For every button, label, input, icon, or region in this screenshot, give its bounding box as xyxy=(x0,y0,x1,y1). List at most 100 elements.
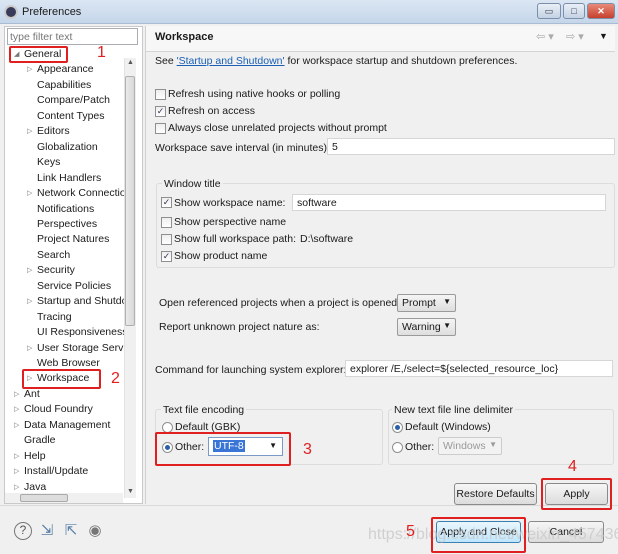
report-nature-label: Report unknown project nature as: xyxy=(159,321,320,333)
tree-item-help[interactable]: ▷ Help xyxy=(12,449,46,464)
report-nature-value: Warning xyxy=(402,321,441,333)
record-icon[interactable]: ◉ xyxy=(86,522,104,540)
tree-item-perspectives[interactable]: Perspectives xyxy=(25,217,97,232)
full-path-value: D:\software xyxy=(300,233,354,245)
tree-item-install-update[interactable]: ▷ Install/Update xyxy=(12,464,88,479)
filter-input[interactable] xyxy=(7,28,138,45)
annotation-2: 2 xyxy=(111,370,120,387)
open-ref-select[interactable]: Prompt ▼ xyxy=(397,294,456,312)
back-nav-icon[interactable]: ⇦ ▾ xyxy=(536,30,554,43)
collapsed-arrow-icon[interactable]: ▷ xyxy=(14,449,19,464)
tree-item-label: Data Management xyxy=(24,418,111,431)
tree-item-network-connectio[interactable]: ▷ Network Connectio xyxy=(25,186,126,201)
tree-item-gradle[interactable]: Gradle xyxy=(12,433,56,448)
tree-item-label: User Storage Servic xyxy=(37,341,131,354)
tree-item-label: Install/Update xyxy=(24,465,89,478)
tree-item-notifications[interactable]: Notifications xyxy=(25,202,94,217)
collapsed-arrow-icon[interactable]: ▷ xyxy=(27,294,32,309)
show-product-label: Show product name xyxy=(174,250,268,262)
annotation-box-apply xyxy=(541,478,612,510)
intro-suffix: for workspace startup and shutdown prefe… xyxy=(284,55,518,67)
explorer-command-input[interactable]: explorer /E,/select=${selected_resource_… xyxy=(345,360,613,377)
tree-item-tracing[interactable]: Tracing xyxy=(25,310,72,325)
startup-shutdown-link[interactable]: 'Startup and Shutdown' xyxy=(177,55,285,67)
delimiter-select[interactable]: Windows ▼ xyxy=(438,437,502,455)
tree-item-capabilities[interactable]: Capabilities xyxy=(25,78,91,93)
collapsed-arrow-icon[interactable]: ▷ xyxy=(14,464,19,479)
tree-item-cloud-foundry[interactable]: ▷ Cloud Foundry xyxy=(12,402,93,417)
collapsed-arrow-icon[interactable]: ▷ xyxy=(27,62,32,77)
collapsed-arrow-icon[interactable]: ▷ xyxy=(27,186,32,201)
minimize-button[interactable]: ▭ xyxy=(537,3,561,19)
tree-item-label: Cloud Foundry xyxy=(24,403,93,416)
tree-hscroll-thumb[interactable] xyxy=(20,494,68,502)
tree-item-user-storage-servic[interactable]: ▷ User Storage Servic xyxy=(25,341,131,356)
maximize-button[interactable]: □ xyxy=(563,3,585,19)
collapsed-arrow-icon[interactable]: ▷ xyxy=(14,418,19,433)
workspace-name-input[interactable]: software xyxy=(292,194,606,211)
tree-item-label: Tracing xyxy=(37,310,72,323)
tree-item-search[interactable]: Search xyxy=(25,248,70,263)
collapsed-arrow-icon[interactable]: ▷ xyxy=(27,124,32,139)
view-menu-icon[interactable]: ▼ xyxy=(599,31,608,41)
tree-item-security[interactable]: ▷ Security xyxy=(25,263,75,278)
show-perspective-label: Show perspective name xyxy=(174,216,287,228)
show-perspective-checkbox[interactable] xyxy=(161,217,172,228)
tree-item-ui-responsiveness[interactable]: UI Responsiveness xyxy=(25,325,127,340)
show-workspace-name-checkbox[interactable]: ✓ xyxy=(161,197,172,208)
collapsed-arrow-icon[interactable]: ▷ xyxy=(27,341,32,356)
save-interval-input[interactable]: 5 xyxy=(327,138,615,155)
window-title: Preferences xyxy=(22,6,82,18)
close-button[interactable]: ✕ xyxy=(587,3,615,19)
annotation-box-general xyxy=(9,46,68,63)
refresh-native-checkbox[interactable] xyxy=(155,89,166,100)
delimiter-other-radio[interactable] xyxy=(392,442,403,453)
tree-item-link-handlers[interactable]: Link Handlers xyxy=(25,171,101,186)
tree-item-globalization[interactable]: Globalization xyxy=(25,140,98,155)
collapsed-arrow-icon[interactable]: ▷ xyxy=(14,387,19,402)
tree-item-ant[interactable]: ▷ Ant xyxy=(12,387,40,402)
show-product-checkbox[interactable]: ✓ xyxy=(161,251,172,262)
forward-nav-icon[interactable]: ⇨ ▾ xyxy=(566,30,584,43)
chevron-down-icon: ▼ xyxy=(443,321,451,330)
tree-item-compare-patch[interactable]: Compare/Patch xyxy=(25,93,110,108)
tree-item-label: Web Browser xyxy=(37,357,100,369)
tree-item-project-natures[interactable]: Project Natures xyxy=(25,232,109,247)
tree-item-label: Appearance xyxy=(37,63,94,76)
tree-item-label: Content Types xyxy=(37,109,105,122)
tree-item-label: Keys xyxy=(37,156,61,169)
help-icon[interactable]: ? xyxy=(14,522,32,540)
tree-item-appearance[interactable]: ▷ Appearance xyxy=(25,62,94,77)
tree-item-data-management[interactable]: ▷ Data Management xyxy=(12,418,110,433)
scroll-down-icon[interactable]: ▼ xyxy=(127,488,134,495)
always-close-checkbox[interactable] xyxy=(155,123,166,134)
tree-item-keys[interactable]: Keys xyxy=(25,155,60,170)
page-title: Workspace xyxy=(155,31,214,43)
scroll-up-icon[interactable]: ▲ xyxy=(127,59,134,66)
import-icon[interactable]: ⇲ xyxy=(38,522,56,540)
report-nature-select[interactable]: Warning ▼ xyxy=(397,318,456,336)
tree-item-label: Editors xyxy=(37,125,70,138)
tree-item-label: Ant xyxy=(24,387,40,400)
tree-scroll-thumb[interactable] xyxy=(125,76,135,326)
tree-item-label: Security xyxy=(37,264,75,277)
tree-item-content-types[interactable]: Content Types xyxy=(25,109,105,124)
encoding-legend: Text file encoding xyxy=(161,404,247,416)
collapsed-arrow-icon[interactable]: ▷ xyxy=(14,402,19,417)
tree-item-startup-and-shutdo[interactable]: ▷ Startup and Shutdo xyxy=(25,294,128,309)
annotation-1: 1 xyxy=(97,44,106,61)
tree-item-label: Gradle xyxy=(24,434,56,447)
show-full-path-checkbox[interactable] xyxy=(161,234,172,245)
title-bar xyxy=(0,0,618,24)
tree-item-label: Startup and Shutdo xyxy=(37,295,128,308)
delimiter-default-radio[interactable] xyxy=(392,422,403,433)
collapsed-arrow-icon[interactable]: ▷ xyxy=(27,263,32,278)
tree-item-label: Link Handlers xyxy=(37,171,102,184)
refresh-access-checkbox[interactable]: ✓ xyxy=(155,106,166,117)
annotation-box-apply-close xyxy=(431,517,526,553)
export-icon[interactable]: ⇱ xyxy=(62,522,80,540)
tree-item-editors[interactable]: ▷ Editors xyxy=(25,124,70,139)
restore-defaults-button[interactable]: Restore Defaults xyxy=(454,483,537,505)
tree-item-service-policies[interactable]: Service Policies xyxy=(25,279,111,294)
show-workspace-name-label: Show workspace name: xyxy=(174,197,286,209)
